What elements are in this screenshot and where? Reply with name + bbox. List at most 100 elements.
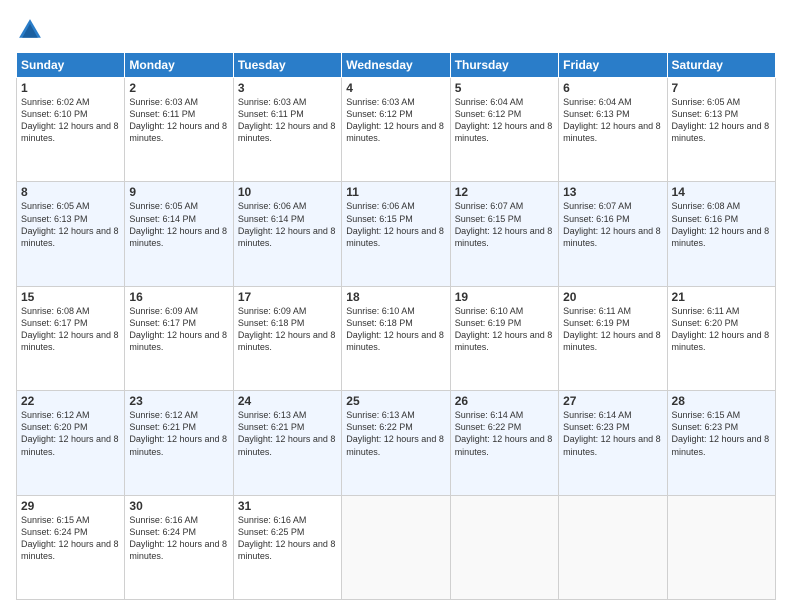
day-number: 26 <box>455 394 554 408</box>
day-info: Sunrise: 6:11 AM Sunset: 6:19 PM Dayligh… <box>563 305 662 354</box>
calendar-cell <box>667 495 775 599</box>
day-info: Sunrise: 6:04 AM Sunset: 6:12 PM Dayligh… <box>455 96 554 145</box>
day-info: Sunrise: 6:16 AM Sunset: 6:25 PM Dayligh… <box>238 514 337 563</box>
day-number: 19 <box>455 290 554 304</box>
day-info: Sunrise: 6:03 AM Sunset: 6:11 PM Dayligh… <box>129 96 228 145</box>
calendar-cell: 3 Sunrise: 6:03 AM Sunset: 6:11 PM Dayli… <box>233 78 341 182</box>
calendar-cell: 12 Sunrise: 6:07 AM Sunset: 6:15 PM Dayl… <box>450 182 558 286</box>
day-header-monday: Monday <box>125 53 233 78</box>
day-number: 7 <box>672 81 771 95</box>
day-info: Sunrise: 6:08 AM Sunset: 6:16 PM Dayligh… <box>672 200 771 249</box>
day-info: Sunrise: 6:14 AM Sunset: 6:23 PM Dayligh… <box>563 409 662 458</box>
logo-icon <box>16 16 44 44</box>
calendar-cell: 5 Sunrise: 6:04 AM Sunset: 6:12 PM Dayli… <box>450 78 558 182</box>
calendar-cell: 24 Sunrise: 6:13 AM Sunset: 6:21 PM Dayl… <box>233 391 341 495</box>
calendar-cell: 16 Sunrise: 6:09 AM Sunset: 6:17 PM Dayl… <box>125 286 233 390</box>
calendar-cell: 20 Sunrise: 6:11 AM Sunset: 6:19 PM Dayl… <box>559 286 667 390</box>
calendar-table: SundayMondayTuesdayWednesdayThursdayFrid… <box>16 52 776 600</box>
day-number: 3 <box>238 81 337 95</box>
day-number: 5 <box>455 81 554 95</box>
day-header-saturday: Saturday <box>667 53 775 78</box>
calendar-cell: 2 Sunrise: 6:03 AM Sunset: 6:11 PM Dayli… <box>125 78 233 182</box>
calendar-cell: 15 Sunrise: 6:08 AM Sunset: 6:17 PM Dayl… <box>17 286 125 390</box>
day-info: Sunrise: 6:11 AM Sunset: 6:20 PM Dayligh… <box>672 305 771 354</box>
calendar-cell: 28 Sunrise: 6:15 AM Sunset: 6:23 PM Dayl… <box>667 391 775 495</box>
day-number: 11 <box>346 185 445 199</box>
day-info: Sunrise: 6:12 AM Sunset: 6:21 PM Dayligh… <box>129 409 228 458</box>
calendar-cell: 17 Sunrise: 6:09 AM Sunset: 6:18 PM Dayl… <box>233 286 341 390</box>
day-number: 29 <box>21 499 120 513</box>
day-info: Sunrise: 6:08 AM Sunset: 6:17 PM Dayligh… <box>21 305 120 354</box>
day-info: Sunrise: 6:07 AM Sunset: 6:15 PM Dayligh… <box>455 200 554 249</box>
day-info: Sunrise: 6:09 AM Sunset: 6:17 PM Dayligh… <box>129 305 228 354</box>
calendar-cell: 6 Sunrise: 6:04 AM Sunset: 6:13 PM Dayli… <box>559 78 667 182</box>
day-number: 13 <box>563 185 662 199</box>
day-header-wednesday: Wednesday <box>342 53 450 78</box>
day-number: 20 <box>563 290 662 304</box>
calendar-cell: 9 Sunrise: 6:05 AM Sunset: 6:14 PM Dayli… <box>125 182 233 286</box>
day-header-thursday: Thursday <box>450 53 558 78</box>
day-info: Sunrise: 6:05 AM Sunset: 6:13 PM Dayligh… <box>21 200 120 249</box>
day-header-friday: Friday <box>559 53 667 78</box>
logo <box>16 16 48 44</box>
calendar-cell: 14 Sunrise: 6:08 AM Sunset: 6:16 PM Dayl… <box>667 182 775 286</box>
day-info: Sunrise: 6:03 AM Sunset: 6:12 PM Dayligh… <box>346 96 445 145</box>
calendar-cell: 29 Sunrise: 6:15 AM Sunset: 6:24 PM Dayl… <box>17 495 125 599</box>
day-info: Sunrise: 6:04 AM Sunset: 6:13 PM Dayligh… <box>563 96 662 145</box>
calendar-cell: 26 Sunrise: 6:14 AM Sunset: 6:22 PM Dayl… <box>450 391 558 495</box>
calendar-cell: 19 Sunrise: 6:10 AM Sunset: 6:19 PM Dayl… <box>450 286 558 390</box>
calendar-cell: 23 Sunrise: 6:12 AM Sunset: 6:21 PM Dayl… <box>125 391 233 495</box>
day-header-sunday: Sunday <box>17 53 125 78</box>
calendar-cell: 25 Sunrise: 6:13 AM Sunset: 6:22 PM Dayl… <box>342 391 450 495</box>
calendar-cell: 27 Sunrise: 6:14 AM Sunset: 6:23 PM Dayl… <box>559 391 667 495</box>
day-info: Sunrise: 6:12 AM Sunset: 6:20 PM Dayligh… <box>21 409 120 458</box>
day-number: 2 <box>129 81 228 95</box>
day-number: 4 <box>346 81 445 95</box>
day-info: Sunrise: 6:02 AM Sunset: 6:10 PM Dayligh… <box>21 96 120 145</box>
calendar-cell: 13 Sunrise: 6:07 AM Sunset: 6:16 PM Dayl… <box>559 182 667 286</box>
day-info: Sunrise: 6:06 AM Sunset: 6:15 PM Dayligh… <box>346 200 445 249</box>
calendar-cell: 4 Sunrise: 6:03 AM Sunset: 6:12 PM Dayli… <box>342 78 450 182</box>
day-info: Sunrise: 6:13 AM Sunset: 6:22 PM Dayligh… <box>346 409 445 458</box>
calendar-cell: 8 Sunrise: 6:05 AM Sunset: 6:13 PM Dayli… <box>17 182 125 286</box>
day-number: 16 <box>129 290 228 304</box>
day-number: 10 <box>238 185 337 199</box>
day-number: 24 <box>238 394 337 408</box>
day-info: Sunrise: 6:05 AM Sunset: 6:14 PM Dayligh… <box>129 200 228 249</box>
calendar-cell: 10 Sunrise: 6:06 AM Sunset: 6:14 PM Dayl… <box>233 182 341 286</box>
day-info: Sunrise: 6:10 AM Sunset: 6:18 PM Dayligh… <box>346 305 445 354</box>
day-number: 27 <box>563 394 662 408</box>
calendar-cell: 7 Sunrise: 6:05 AM Sunset: 6:13 PM Dayli… <box>667 78 775 182</box>
day-number: 12 <box>455 185 554 199</box>
day-number: 21 <box>672 290 771 304</box>
day-number: 18 <box>346 290 445 304</box>
day-number: 22 <box>21 394 120 408</box>
day-number: 14 <box>672 185 771 199</box>
day-info: Sunrise: 6:09 AM Sunset: 6:18 PM Dayligh… <box>238 305 337 354</box>
day-number: 17 <box>238 290 337 304</box>
calendar-cell <box>450 495 558 599</box>
day-info: Sunrise: 6:07 AM Sunset: 6:16 PM Dayligh… <box>563 200 662 249</box>
calendar-cell: 22 Sunrise: 6:12 AM Sunset: 6:20 PM Dayl… <box>17 391 125 495</box>
day-number: 15 <box>21 290 120 304</box>
day-number: 23 <box>129 394 228 408</box>
day-info: Sunrise: 6:10 AM Sunset: 6:19 PM Dayligh… <box>455 305 554 354</box>
day-number: 1 <box>21 81 120 95</box>
day-number: 25 <box>346 394 445 408</box>
day-header-tuesday: Tuesday <box>233 53 341 78</box>
calendar-cell <box>342 495 450 599</box>
day-number: 30 <box>129 499 228 513</box>
calendar-cell <box>559 495 667 599</box>
calendar-cell: 31 Sunrise: 6:16 AM Sunset: 6:25 PM Dayl… <box>233 495 341 599</box>
day-number: 6 <box>563 81 662 95</box>
day-info: Sunrise: 6:05 AM Sunset: 6:13 PM Dayligh… <box>672 96 771 145</box>
calendar-cell: 18 Sunrise: 6:10 AM Sunset: 6:18 PM Dayl… <box>342 286 450 390</box>
day-info: Sunrise: 6:06 AM Sunset: 6:14 PM Dayligh… <box>238 200 337 249</box>
day-info: Sunrise: 6:15 AM Sunset: 6:24 PM Dayligh… <box>21 514 120 563</box>
calendar-cell: 1 Sunrise: 6:02 AM Sunset: 6:10 PM Dayli… <box>17 78 125 182</box>
page: SundayMondayTuesdayWednesdayThursdayFrid… <box>0 0 792 612</box>
calendar-cell: 21 Sunrise: 6:11 AM Sunset: 6:20 PM Dayl… <box>667 286 775 390</box>
day-info: Sunrise: 6:03 AM Sunset: 6:11 PM Dayligh… <box>238 96 337 145</box>
header <box>16 16 776 44</box>
day-number: 8 <box>21 185 120 199</box>
